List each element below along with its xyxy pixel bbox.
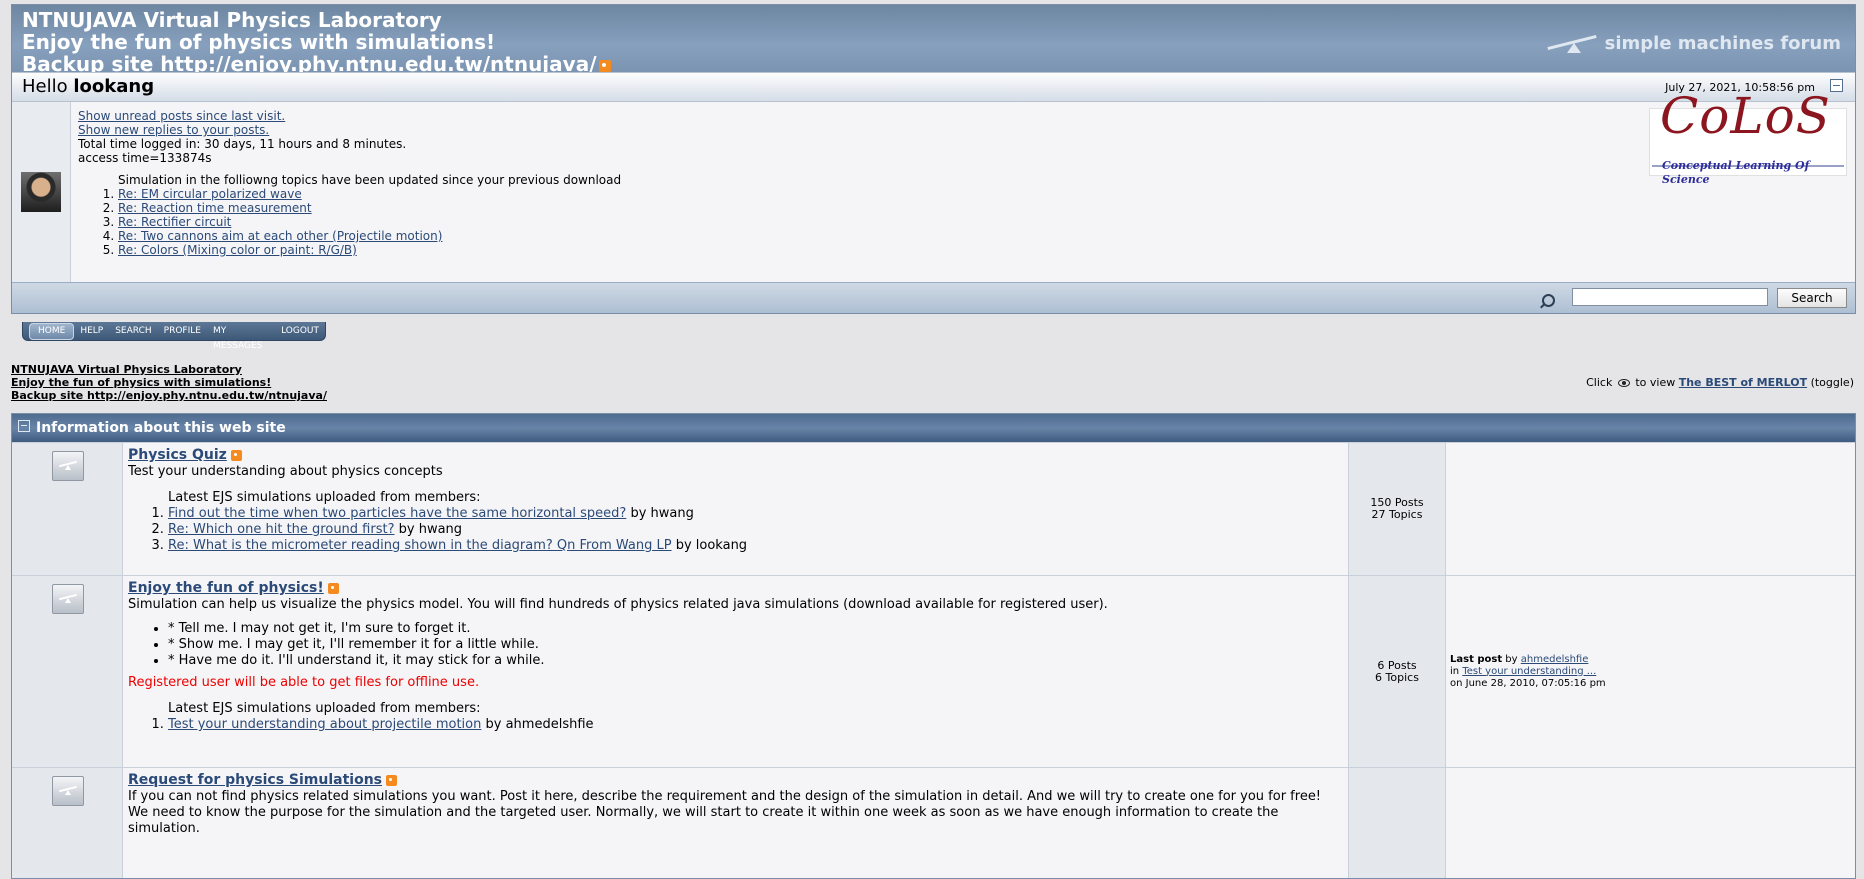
latest-topic-link[interactable]: Re: Which one hit the ground first? xyxy=(168,522,394,537)
username: lookang xyxy=(73,76,155,97)
board-stats: 6 Posts 6 Topics xyxy=(1349,576,1446,767)
list-item: Re: EM circular polarized wave xyxy=(118,187,1855,201)
merlot-toggle: Click to view The BEST of MERLOT (toggle… xyxy=(1586,376,1854,389)
rss-icon[interactable] xyxy=(230,450,242,461)
site-title: NTNUJAVA Virtual Physics Laboratory xyxy=(22,8,442,32)
board-stats: 150 Posts 27 Topics xyxy=(1349,443,1446,575)
last-post xyxy=(1446,768,1855,878)
board-category: Information about this web site Physics … xyxy=(11,413,1856,879)
updated-topics-title: Simulation in the folliowng topics have … xyxy=(118,173,622,187)
updated-topic-link[interactable]: Re: Two cannons aim at each other (Proje… xyxy=(118,229,442,243)
latest-title: Latest EJS simulations uploaded from mem… xyxy=(168,701,481,716)
tab-home[interactable]: HOME xyxy=(29,322,75,340)
new-replies-link[interactable]: Show new replies to your posts. xyxy=(78,123,1855,137)
list-item: Re: Two cannons aim at each other (Proje… xyxy=(118,229,1855,243)
time-logged: Total time logged in: 30 days, 11 hours … xyxy=(78,137,407,151)
last-post-date: on June 28, 2010, 07:05:16 pm xyxy=(1450,677,1606,689)
main-menu: HOME HELP SEARCH PROFILE MY MESSAGES LOG… xyxy=(22,322,326,351)
breadcrumb-link[interactable]: Backup site http://enjoy.phy.ntnu.edu.tw… xyxy=(11,389,327,402)
board-status-icon[interactable] xyxy=(52,451,84,481)
avatar-cell xyxy=(12,102,71,282)
forum-header: NTNUJAVA Virtual Physics Laboratory Enjo… xyxy=(11,4,1856,314)
tab-search[interactable]: SEARCH xyxy=(109,324,157,339)
quote-list: * Tell me. I may not get it, I'm sure to… xyxy=(128,621,1343,669)
last-post xyxy=(1446,443,1855,575)
rss-icon[interactable] xyxy=(327,583,339,594)
board-name-link[interactable]: Enjoy the fun of physics! xyxy=(128,580,324,596)
board-description: If you can not find physics related simu… xyxy=(128,789,1322,836)
colos-logo[interactable]: CoLoS Conceptual Learning Of Science xyxy=(1649,91,1847,186)
category-title: Information about this web site xyxy=(36,420,286,436)
site-title-banner: NTNUJAVA Virtual Physics Laboratory Enjo… xyxy=(12,5,1855,75)
board-row: Request for physics Simulations If you c… xyxy=(12,767,1855,878)
list-item: Re: Colors (Mixing color or paint: R/G/B… xyxy=(118,243,1855,257)
collapse-icon[interactable] xyxy=(1830,79,1843,92)
search-input[interactable] xyxy=(1572,288,1768,306)
search-icon xyxy=(1542,294,1555,307)
user-info: Show unread posts since last visit. Show… xyxy=(71,91,1855,282)
tab-profile[interactable]: PROFILE xyxy=(158,324,207,339)
board-status-icon[interactable] xyxy=(52,776,84,806)
latest-topic-link[interactable]: Test your understanding about projectile… xyxy=(168,717,481,732)
list-item: * Have me do it. I'll understand it, it … xyxy=(168,653,1343,669)
updated-topics-list: Re: EM circular polarized wave Re: React… xyxy=(78,187,1855,257)
list-item: Re: Which one hit the ground first? by h… xyxy=(168,522,1343,538)
latest-topic-link[interactable]: Re: What is the micrometer reading shown… xyxy=(168,538,672,553)
user-area: Show unread posts since last visit. Show… xyxy=(12,91,1855,282)
last-post: Last post by ahmedelshfie in Test your u… xyxy=(1446,576,1855,767)
board-name-link[interactable]: Physics Quiz xyxy=(128,447,227,463)
rss-icon[interactable] xyxy=(386,775,397,786)
breadcrumb-link[interactable]: Enjoy the fun of physics with simulation… xyxy=(11,376,327,389)
updated-topic-link[interactable]: Re: Colors (Mixing color or paint: R/G/B… xyxy=(118,243,357,257)
board-name-link[interactable]: Request for physics Simulations xyxy=(128,772,382,788)
updated-topic-link[interactable]: Re: Rectifier circuit xyxy=(118,215,231,229)
search-button[interactable]: Search xyxy=(1777,288,1847,308)
latest-list: Test your understanding about projectile… xyxy=(128,717,1343,733)
updated-topic-link[interactable]: Re: EM circular polarized wave xyxy=(118,187,302,201)
avatar[interactable] xyxy=(21,172,61,212)
board-description: Test your understanding about physics co… xyxy=(128,464,443,479)
hello-text: Hello lookang xyxy=(22,76,155,97)
latest-topic-link[interactable]: Find out the time when two particles hav… xyxy=(168,506,626,521)
registered-user-note: Registered user will be able to get file… xyxy=(128,675,480,690)
latest-title: Latest EJS simulations uploaded from mem… xyxy=(168,490,481,505)
list-item: * Tell me. I may not get it, I'm sure to… xyxy=(168,621,1343,637)
breadcrumb: NTNUJAVA Virtual Physics Laboratory Enjo… xyxy=(11,363,327,402)
unread-posts-link[interactable]: Show unread posts since last visit. xyxy=(78,109,1855,123)
board-row: Physics Quiz Test your understanding abo… xyxy=(12,442,1855,575)
list-item: Find out the time when two particles hav… xyxy=(168,506,1343,522)
updated-topic-link[interactable]: Re: Reaction time measurement xyxy=(118,201,312,215)
tab-my-messages[interactable]: MY MESSAGES xyxy=(207,324,275,351)
merlot-link[interactable]: The BEST of MERLOT xyxy=(1679,376,1807,389)
board-stats xyxy=(1349,768,1446,878)
board-row: Enjoy the fun of physics! Simulation can… xyxy=(12,575,1855,767)
collapse-icon[interactable] xyxy=(18,420,30,432)
latest-list: Find out the time when two particles hav… xyxy=(128,506,1343,554)
last-post-user-link[interactable]: ahmedelshfie xyxy=(1521,654,1589,665)
list-item: Test your understanding about projectile… xyxy=(168,717,1343,733)
category-header: Information about this web site xyxy=(12,414,1855,442)
board-status-icon[interactable] xyxy=(52,584,84,614)
list-item: Re: Rectifier circuit xyxy=(118,215,1855,229)
list-item: Re: What is the micrometer reading shown… xyxy=(168,538,1343,554)
user-bar: Hello lookang July 27, 2021, 10:58:56 pm xyxy=(12,72,1855,102)
board-description: Simulation can help us visualize the phy… xyxy=(128,597,1108,612)
smf-logo: simple machines forum xyxy=(1547,33,1841,55)
search-bar: Search xyxy=(12,282,1855,313)
seesaw-icon xyxy=(1547,35,1597,53)
tab-logout[interactable]: LOGOUT xyxy=(275,324,325,339)
access-time: access time=133874s xyxy=(78,151,212,165)
last-post-topic-link[interactable]: Test your understanding ... xyxy=(1462,666,1596,677)
breadcrumb-link[interactable]: NTNUJAVA Virtual Physics Laboratory xyxy=(11,363,327,376)
tab-help[interactable]: HELP xyxy=(74,324,109,339)
rss-icon[interactable] xyxy=(598,59,611,72)
eye-icon[interactable] xyxy=(1617,379,1630,387)
list-item: * Show me. I may get it, I'll remember i… xyxy=(168,637,1343,653)
list-item: Re: Reaction time measurement xyxy=(118,201,1855,215)
